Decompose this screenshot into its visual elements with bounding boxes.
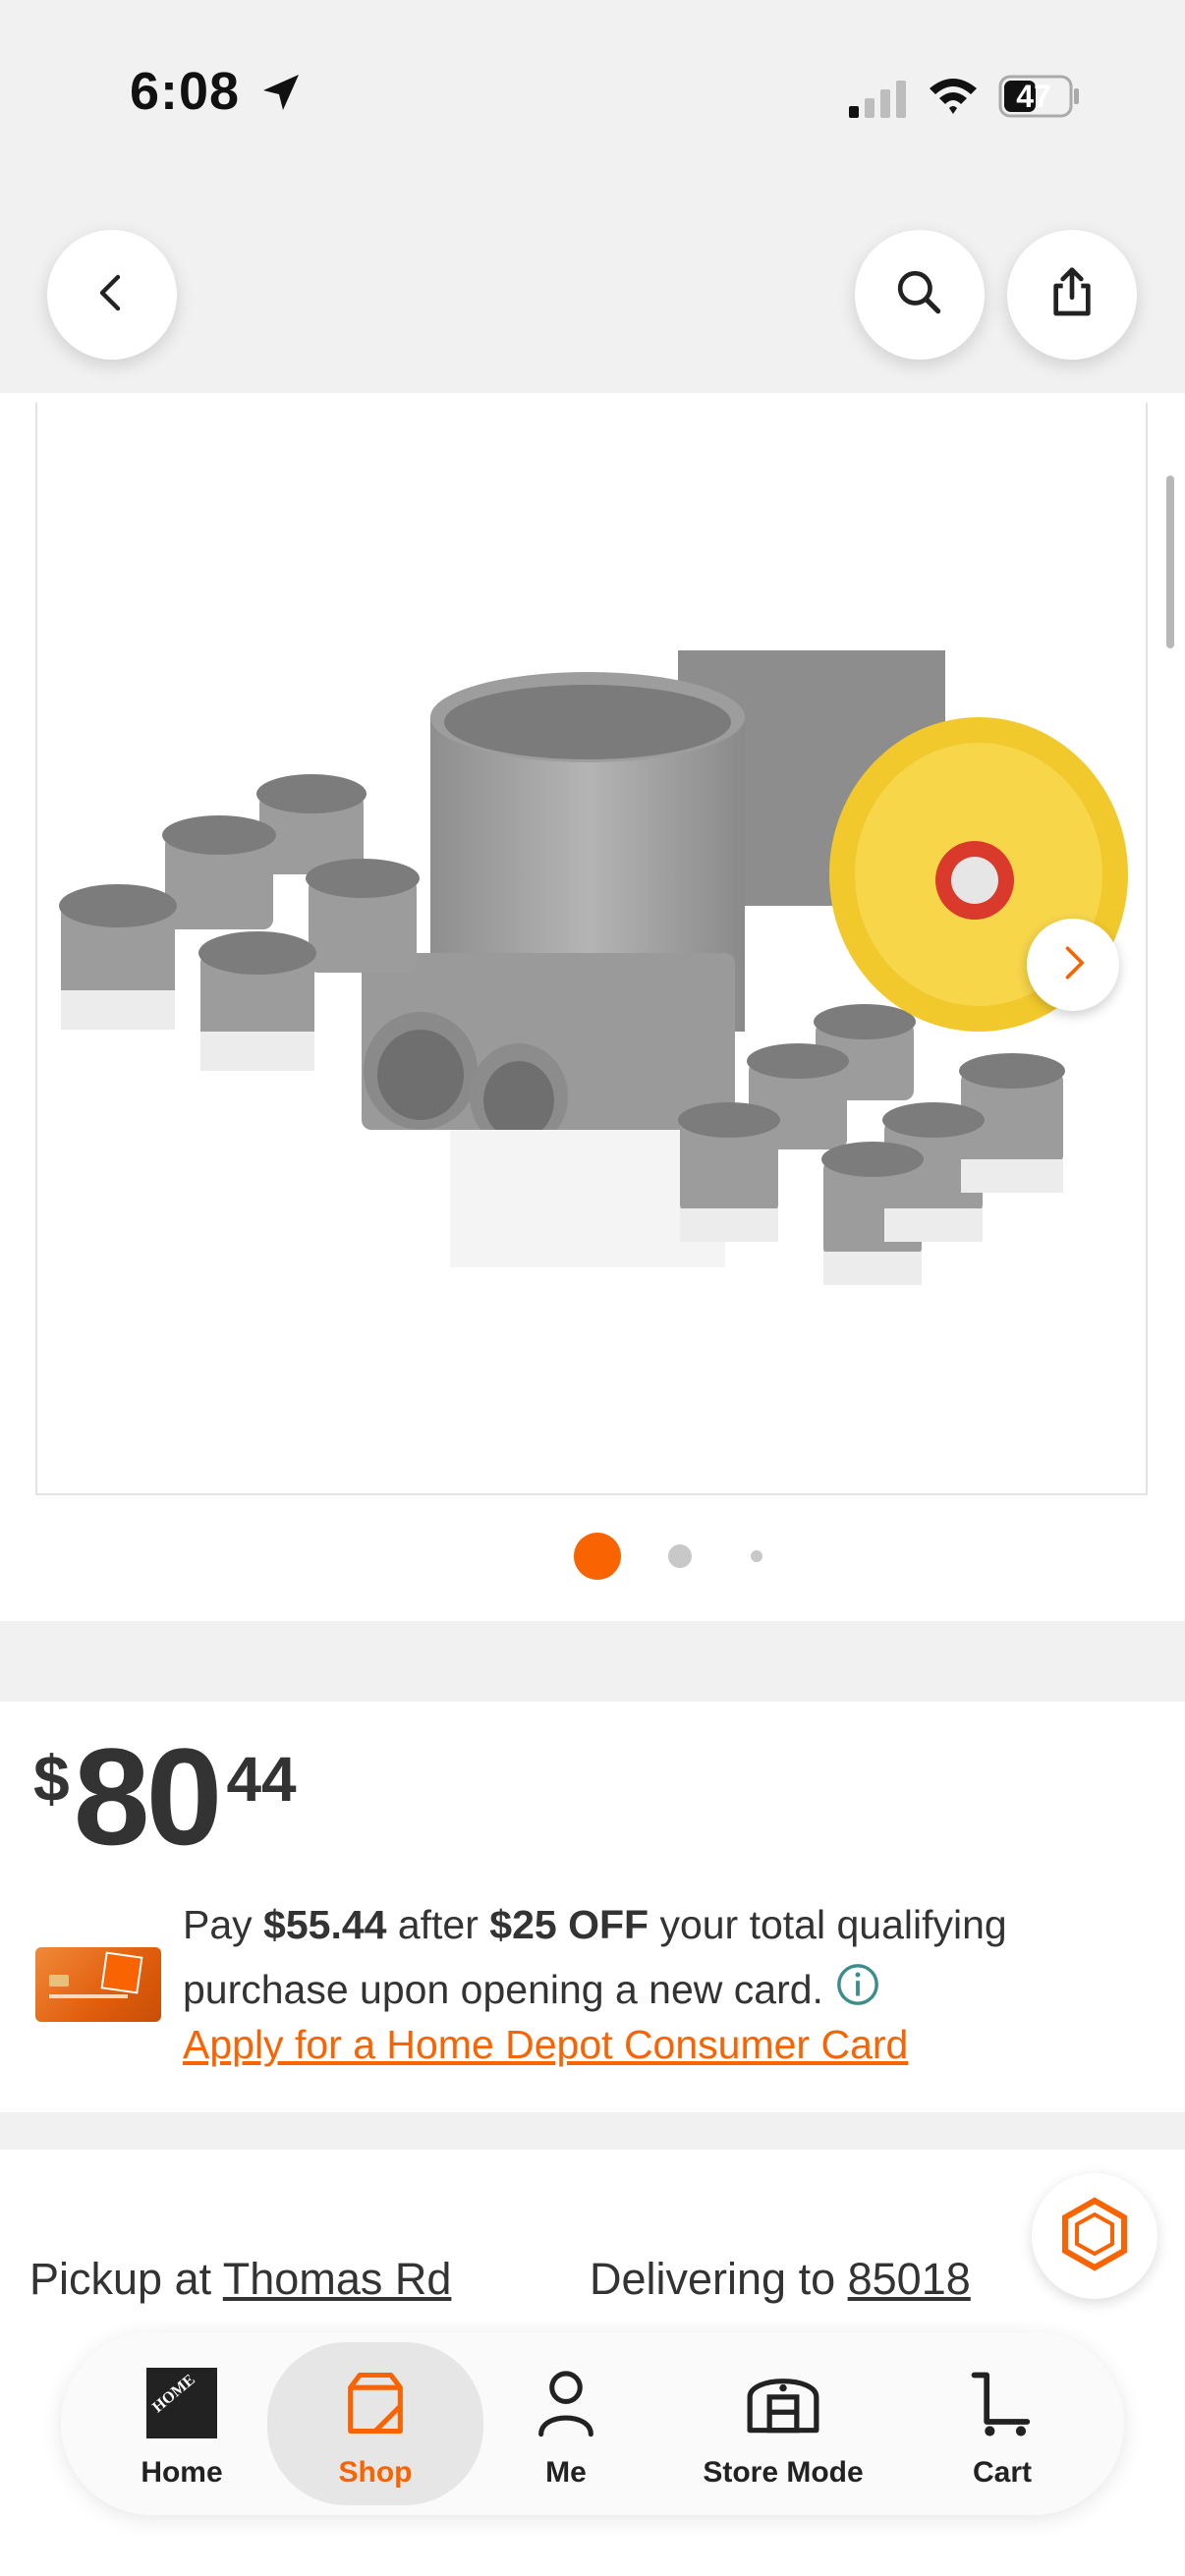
location-arrow-icon bbox=[257, 69, 305, 121]
share-icon bbox=[1044, 265, 1100, 325]
credit-card-image bbox=[35, 1947, 161, 2022]
price-dollars: 80 bbox=[73, 1719, 223, 1874]
gallery-dot-2[interactable] bbox=[668, 1544, 692, 1568]
next-image-button[interactable] bbox=[1027, 919, 1119, 1011]
promo-pay-amount: $55.44 bbox=[263, 1902, 387, 1947]
promo-discount: $25 OFF bbox=[489, 1902, 649, 1947]
product-price: $ 80 44 bbox=[33, 1723, 297, 1871]
tab-label-store-mode: Store Mode bbox=[703, 2456, 864, 2489]
tab-label-me: Me bbox=[545, 2456, 587, 2489]
gallery-dot-3[interactable] bbox=[751, 1550, 762, 1562]
store-icon bbox=[744, 2364, 822, 2442]
tab-me[interactable]: Me bbox=[507, 2342, 625, 2505]
promo-text-after: after bbox=[386, 1902, 490, 1947]
pickup-info: Pickup at Thomas Rd bbox=[29, 2254, 451, 2305]
tab-label-cart: Cart bbox=[972, 2456, 1032, 2489]
product-image[interactable] bbox=[35, 403, 1148, 1495]
promo-text-pay: Pay bbox=[183, 1902, 264, 1947]
home-depot-logo-icon: HOME bbox=[144, 2364, 219, 2442]
share-button[interactable] bbox=[1007, 230, 1137, 360]
pickup-label: Pickup at bbox=[29, 2254, 223, 2304]
chevron-right-icon bbox=[1051, 941, 1095, 989]
delivery-label: Delivering to bbox=[590, 2254, 848, 2304]
back-icon bbox=[88, 269, 136, 321]
info-icon[interactable] bbox=[835, 1961, 880, 2026]
back-button[interactable] bbox=[47, 230, 177, 360]
delivery-info: Delivering to 85018 bbox=[590, 2254, 971, 2305]
price-cents: 44 bbox=[226, 1744, 297, 1815]
cart-icon bbox=[965, 2364, 1040, 2442]
scrollbar[interactable] bbox=[1166, 476, 1174, 648]
tab-shop[interactable]: Shop bbox=[267, 2342, 483, 2505]
apply-card-link[interactable]: Apply for a Home Depot Consumer Card bbox=[183, 2022, 908, 2068]
chat-icon bbox=[1055, 2195, 1134, 2278]
tab-store-mode[interactable]: Store Mode bbox=[680, 2342, 886, 2505]
battery-level: 47 bbox=[1016, 79, 1051, 114]
price-currency: $ bbox=[33, 1742, 70, 1815]
wifi-icon bbox=[928, 75, 979, 121]
search-icon bbox=[892, 265, 947, 325]
person-icon bbox=[529, 2364, 603, 2442]
promo-text: Pay $55.44 after $25 OFF your total qual… bbox=[183, 1892, 1087, 2026]
shop-icon bbox=[338, 2364, 413, 2442]
status-time: 6:08 bbox=[130, 62, 241, 121]
tab-label-shop: Shop bbox=[338, 2456, 413, 2489]
pickup-store-link[interactable]: Thomas Rd bbox=[223, 2254, 452, 2304]
tab-label-home: Home bbox=[141, 2456, 223, 2489]
chat-button[interactable] bbox=[1032, 2173, 1157, 2299]
tab-cart[interactable]: Cart bbox=[943, 2342, 1061, 2505]
delivery-zip-link[interactable]: 85018 bbox=[848, 2254, 971, 2304]
tab-home[interactable]: HOME Home bbox=[118, 2342, 246, 2505]
gallery-dot-1[interactable] bbox=[574, 1533, 621, 1580]
search-button[interactable] bbox=[855, 230, 985, 360]
signal-icon bbox=[849, 79, 908, 123]
